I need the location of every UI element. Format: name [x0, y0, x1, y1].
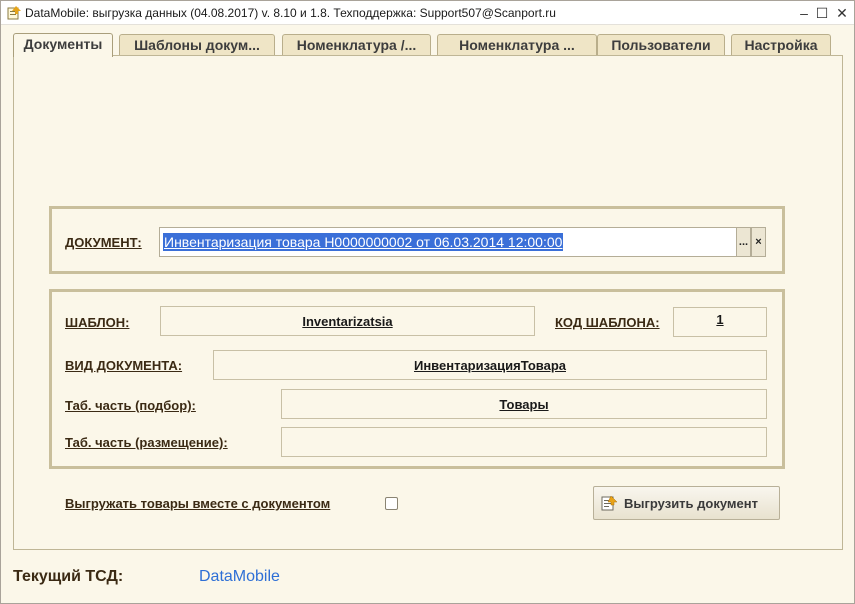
select-document-button[interactable]: ... [736, 227, 751, 257]
export-with-goods-checkbox[interactable] [385, 497, 398, 510]
tab-bar: Документы Шаблоны докум... Номенклатура … [13, 33, 843, 57]
tab-nomenclature-2[interactable]: Номенклатура ... [437, 34, 597, 56]
title-bar[interactable]: DataMobile: выгрузка данных (04.08.2017)… [1, 1, 854, 25]
tab-part-pick-value: Товары [499, 396, 549, 412]
tab-documents[interactable]: Документы [13, 33, 113, 57]
close-button[interactable]: ✕ [832, 3, 852, 23]
document-type-field[interactable]: ИнвентаризацияТовара [213, 350, 767, 380]
template-field[interactable]: Inventarizatsia [160, 306, 535, 336]
template-label: ШАБЛОН: [65, 315, 130, 330]
tab-users[interactable]: Пользователи [597, 34, 725, 56]
template-code-value: 1 [716, 312, 724, 327]
tab-part-place-label: Таб. часть (размещение): [65, 435, 228, 450]
current-device-label: Текущий ТСД: [13, 568, 124, 585]
app-window: DataMobile: выгрузка данных (04.08.2017)… [0, 0, 855, 604]
document-label: ДОКУМЕНТ: [65, 235, 142, 250]
tab-settings[interactable]: Настройка [731, 34, 831, 56]
minimize-button[interactable]: – [794, 3, 814, 23]
export-document-label: Выгрузить документ [624, 495, 758, 511]
template-code-label: КОД ШАБЛОНА: [555, 315, 660, 330]
export-document-button[interactable]: Выгрузить документ [593, 486, 780, 520]
tab-part-pick-label: Таб. часть (подбор): [65, 398, 196, 413]
document-type-value: ИнвентаризацияТовара [413, 357, 566, 373]
document-input[interactable]: Инвентаризация товара Н0000000002 от 06.… [159, 227, 737, 257]
export-document-icon [601, 495, 618, 511]
document-type-label: ВИД ДОКУМЕНТА: [65, 358, 183, 373]
tab-part-pick-field[interactable]: Товары [281, 389, 767, 419]
clear-document-button[interactable]: × [751, 227, 766, 257]
tab-document-templates[interactable]: Шаблоны докум... [119, 34, 275, 56]
maximize-button[interactable]: ☐ [812, 3, 832, 23]
tab-part-place-field[interactable] [281, 427, 767, 457]
window-title: DataMobile: выгрузка данных (04.08.2017)… [25, 6, 556, 20]
document-value: Инвентаризация товара Н0000000002 от 06.… [163, 233, 564, 251]
export-with-goods-label: Выгружать товары вместе с документом [65, 496, 331, 511]
tab-nomenclature-1[interactable]: Номенклатура /... [282, 34, 431, 56]
template-value: Inventarizatsia [302, 313, 393, 329]
template-code-field[interactable]: 1 [673, 307, 767, 337]
app-icon [7, 6, 21, 20]
current-device-value: DataMobile [199, 568, 280, 585]
